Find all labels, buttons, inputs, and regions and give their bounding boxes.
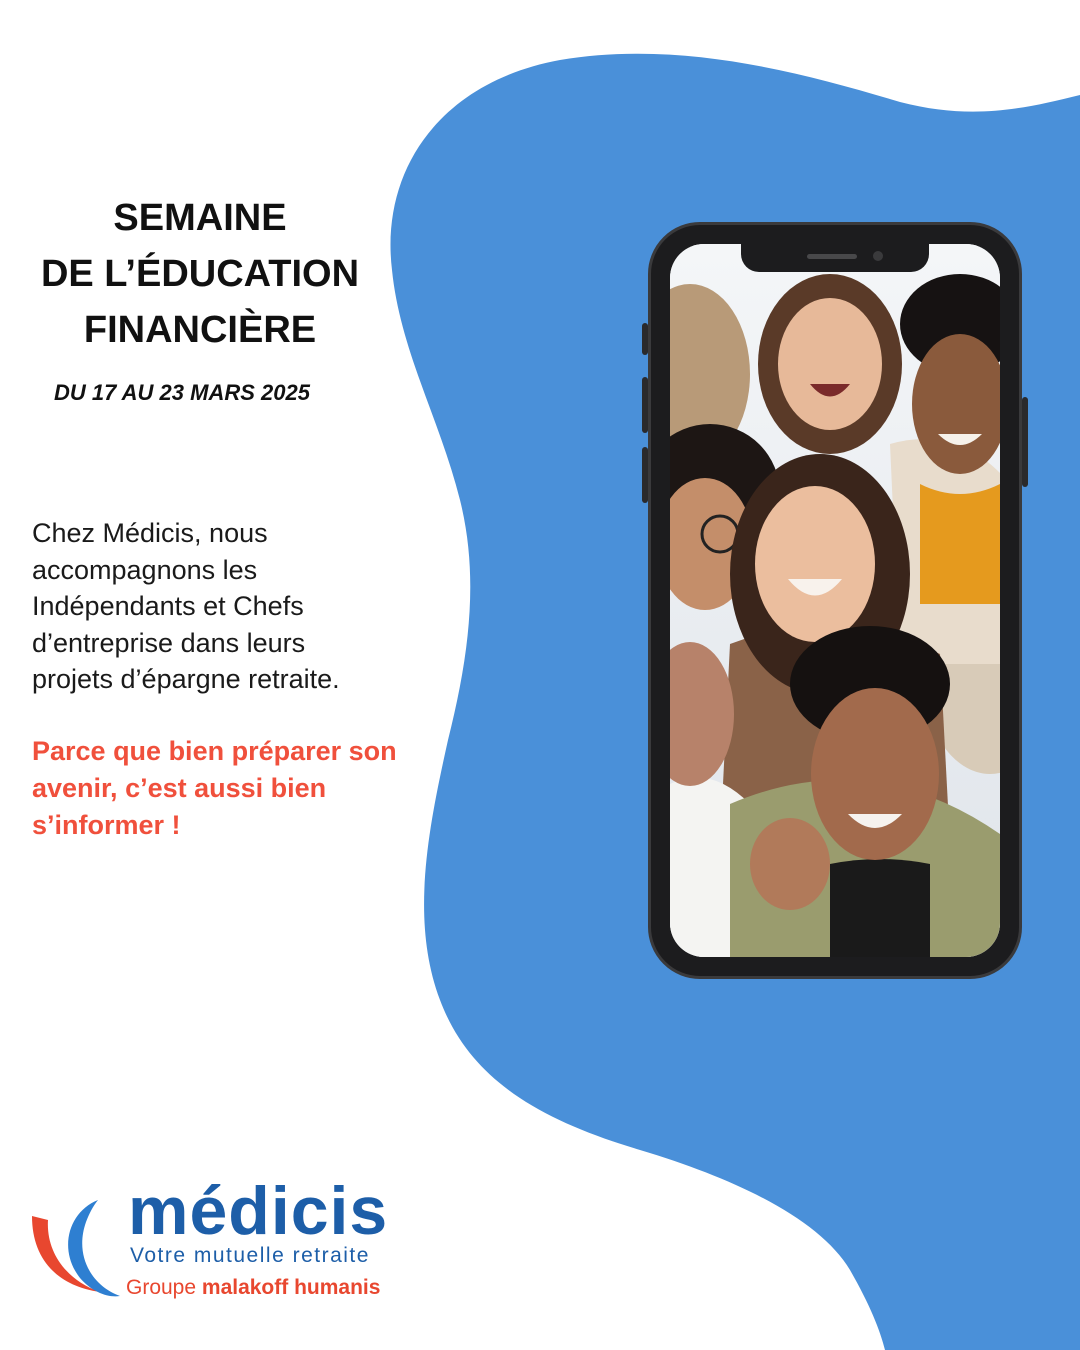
event-title: SEMAINE DE L’ÉDUCATION FINANCIÈRE <box>20 190 380 358</box>
intro-line-5: projets d’épargne retraite. <box>32 664 340 694</box>
person-top-face <box>778 298 882 430</box>
person-bottom-face <box>811 688 939 860</box>
intro-line-2: accompagnons les <box>32 554 258 585</box>
phone-side-button-1 <box>642 323 648 355</box>
phone-side-button-3 <box>642 447 648 503</box>
medicis-crescent-logo-icon <box>32 1200 120 1297</box>
title-line-3: FINANCIÈRE <box>83 309 317 351</box>
highlight-line-1: Parce que bien préparer son <box>32 736 397 766</box>
logo-tagline: Votre mutuelle retraite <box>130 1244 370 1267</box>
highlight-paragraph: Parce que bien préparer son avenir, c’es… <box>32 733 462 844</box>
person-bottom-hand <box>750 818 830 910</box>
logo-name: médicis <box>128 1173 389 1249</box>
logo-group-prefix: Groupe <box>126 1276 202 1299</box>
highlight-line-3: s’informer ! <box>32 810 181 840</box>
event-dates: DU 17 AU 23 MARS 2025 <box>54 380 310 405</box>
person-right-shirt <box>920 484 1000 604</box>
title-line-1: SEMAINE <box>113 197 287 239</box>
smartphone-mockup <box>642 222 1028 979</box>
medicis-logo: médicis Votre mutuelle retraite Groupe m… <box>28 1173 448 1310</box>
intro-line-4: d’entreprise dans leurs <box>32 627 306 658</box>
group-photo <box>670 244 1000 957</box>
phone-camera-icon <box>873 251 883 261</box>
phone-side-button-2 <box>642 377 648 433</box>
phone-notch <box>741 244 929 272</box>
title-line-2: DE L’ÉDUCATION <box>40 253 360 295</box>
logo-group: Groupe malakoff humanis <box>126 1276 380 1300</box>
person-center-face <box>755 486 875 642</box>
logo-group-name: malakoff humanis <box>201 1276 381 1299</box>
highlight-line-2: avenir, c’est aussi bien <box>32 773 327 803</box>
intro-line-3: Indépendants et Chefs <box>32 591 304 621</box>
phone-power-button <box>1022 397 1028 487</box>
phone-speaker <box>807 254 857 259</box>
intro-paragraph: Chez Médicis, nous accompagnons les Indé… <box>32 515 452 698</box>
phone-screen <box>670 244 1000 957</box>
poster-canvas: SEMAINE DE L’ÉDUCATION FINANCIÈRE DU 17 … <box>0 0 1080 1350</box>
person-bottom-shirt <box>830 859 930 957</box>
intro-line-1: Chez Médicis, nous <box>32 518 268 548</box>
